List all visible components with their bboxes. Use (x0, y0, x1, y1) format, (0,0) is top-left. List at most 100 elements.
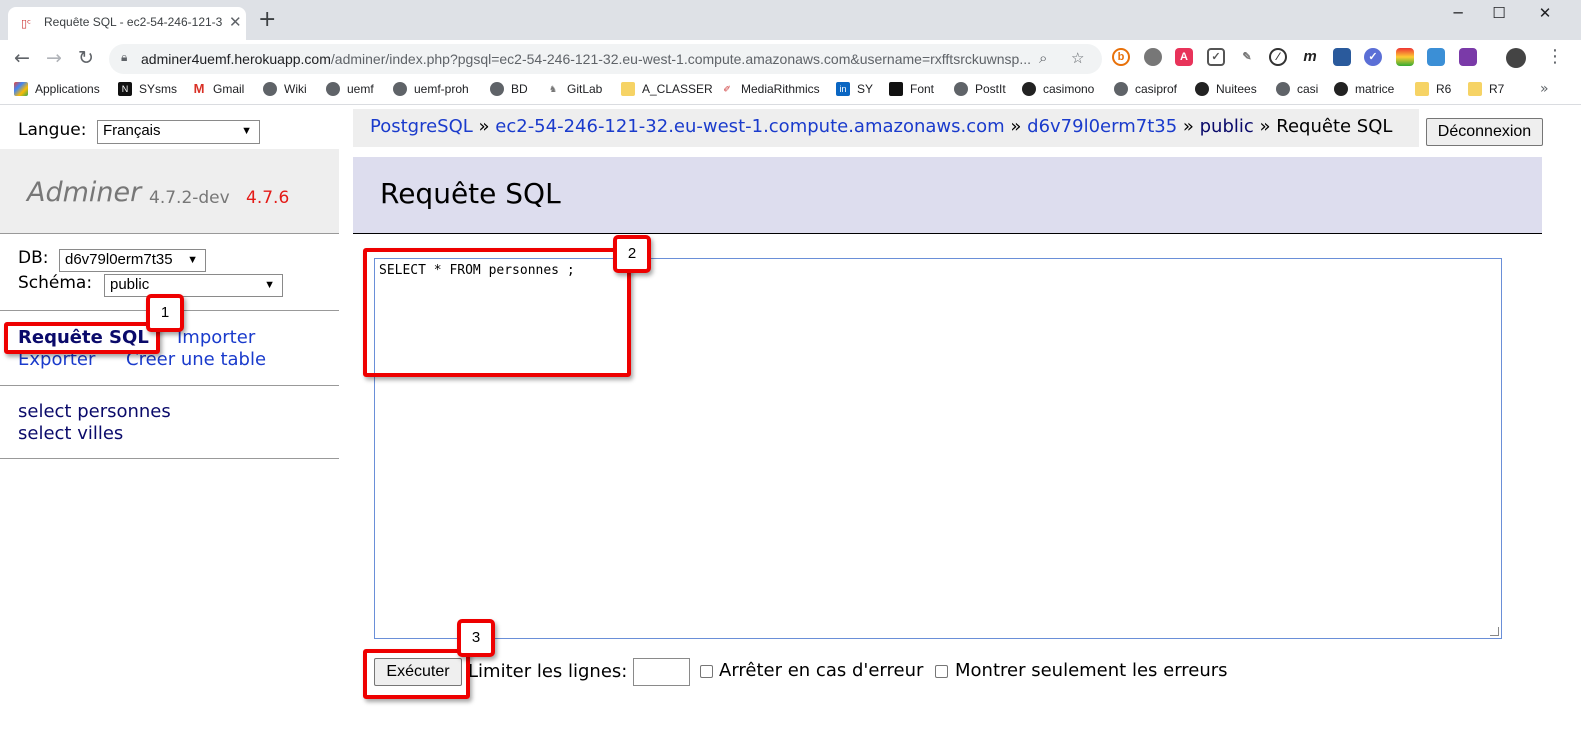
annotation-box-1 (4, 322, 160, 354)
bookmark-nuitees[interactable]: Nuitees (1195, 82, 1257, 96)
globe-icon (490, 82, 504, 96)
only-errors-label[interactable]: Montrer seulement les erreurs (955, 660, 1228, 681)
bookmark-sy[interactable]: in SY (836, 82, 873, 96)
extension-circle-icon[interactable] (1144, 48, 1162, 66)
github-icon (1022, 82, 1036, 96)
extension-a-icon[interactable]: A (1175, 48, 1193, 66)
adminer-new-version-link[interactable]: 4.7.6 (246, 188, 289, 208)
only-errors-checkbox[interactable] (935, 665, 948, 678)
globe-icon (263, 82, 277, 96)
address-bar[interactable]: 🔒︎ adminer4uemf.herokuapp.com/adminer/in… (109, 44, 1102, 74)
extension-badge-icon[interactable]: ✓ (1364, 48, 1382, 66)
browser-tab-strip: ▯ᶜ Requête SQL - ec2-54-246-121-3 ✕ + ─ … (0, 0, 1581, 40)
bookmark-r6[interactable]: R6 (1415, 82, 1451, 96)
close-window-icon[interactable]: ✕ (1530, 4, 1560, 22)
annotation-box-2 (363, 248, 631, 377)
bookmark-sysms[interactable]: N SYsms (118, 82, 177, 96)
adminer-brand-box: Adminer 4.7.2-dev 4.7.6 (0, 149, 339, 234)
new-tab-icon[interactable]: + (258, 9, 276, 31)
language-select[interactable]: Français ▼ (97, 120, 260, 144)
globe-icon (393, 82, 407, 96)
pocket-icon[interactable]: ✓ (1207, 48, 1225, 66)
bookmark-casiprof[interactable]: casiprof (1114, 82, 1177, 96)
bookmark-r7[interactable]: R7 (1468, 82, 1504, 96)
tab-title: Requête SQL - ec2-54-246-121-3 (44, 15, 223, 29)
dropdown-arrow-icon: ▼ (264, 279, 275, 291)
adminer-favicon-icon: ▯ᶜ (21, 17, 32, 30)
extension-color-icon[interactable] (1396, 48, 1414, 66)
page-title-box: Requête SQL (353, 157, 1542, 234)
bookmark-casi[interactable]: casi (1276, 82, 1318, 96)
notion-icon: N (118, 82, 132, 96)
font-icon (889, 82, 903, 96)
bookmark-a-classer[interactable]: A_CLASSER (621, 82, 713, 96)
more-menu-icon[interactable]: ⋮ (1546, 46, 1564, 67)
logout-button[interactable]: Déconnexion (1426, 118, 1543, 146)
bookmark-uemf[interactable]: uemf (326, 82, 374, 96)
bookmark-casimono[interactable]: casimono (1022, 82, 1094, 96)
bookmark-star-icon[interactable]: ☆ (1071, 49, 1084, 67)
bookmarks-overflow-icon[interactable]: » (1540, 81, 1549, 97)
import-link[interactable]: Importer (177, 327, 255, 348)
gitlab-icon: ♞ (546, 82, 560, 96)
extension-b-icon[interactable]: b (1112, 48, 1130, 66)
linkedin-icon: in (836, 82, 850, 96)
gmail-icon: M (192, 81, 206, 96)
breadcrumb: PostgreSQL » ec2-54-246-121-32.eu-west-1… (370, 116, 1393, 137)
bookmark-matrice[interactable]: matrice (1334, 82, 1394, 96)
feather-icon[interactable]: ✎ (1238, 48, 1256, 66)
bookmark-apps[interactable]: Applications (14, 82, 100, 96)
breadcrumb-server[interactable]: ec2-54-246-121-32.eu-west-1.compute.amaz… (495, 116, 1004, 137)
bookmark-uemf-proh[interactable]: uemf-proh (393, 82, 469, 96)
bookmark-bd[interactable]: BD (490, 82, 528, 96)
bookmark-mediarithmics[interactable]: ✐ MediaRithmics (720, 82, 820, 96)
extension-window-icon[interactable] (1333, 48, 1351, 66)
github-icon (1334, 82, 1348, 96)
breadcrumb-current: Requête SQL (1276, 116, 1393, 137)
lock-icon: 🔒︎ (121, 50, 128, 64)
profile-avatar[interactable] (1506, 48, 1526, 68)
bookmark-gitlab[interactable]: ♞ GitLab (546, 82, 602, 96)
stop-on-error-label[interactable]: Arrêter en cas d'erreur (719, 660, 923, 681)
minimize-icon[interactable]: ─ (1443, 4, 1473, 22)
bookmark-gmail[interactable]: M Gmail (192, 82, 244, 96)
schema-select[interactable]: public ▼ (104, 274, 283, 297)
extension-check-icon[interactable]: ⁄ (1269, 48, 1287, 66)
limit-rows-label: Limiter les lignes: (468, 661, 628, 682)
forward-arrow-icon[interactable]: → (41, 46, 67, 70)
annotation-badge-2: 2 (613, 235, 651, 273)
page-title: Requête SQL (380, 177, 561, 210)
bookmark-wiki[interactable]: Wiki (263, 82, 307, 96)
sidebar-divider (0, 385, 339, 386)
limit-rows-input[interactable] (633, 658, 690, 686)
breadcrumb-schema[interactable]: public (1200, 116, 1254, 137)
bookmark-postit[interactable]: PostIt (954, 82, 1006, 96)
table-link-personnes[interactable]: select personnes (18, 401, 171, 422)
dropdown-arrow-icon: ▼ (241, 125, 252, 137)
reload-icon[interactable]: ↻ (73, 46, 99, 70)
extension-blue-icon[interactable] (1427, 48, 1445, 66)
stop-on-error-checkbox[interactable] (700, 665, 713, 678)
zoom-icon[interactable]: ⌕ (1039, 49, 1047, 67)
db-label: DB: (18, 248, 49, 268)
url-text[interactable]: adminer4uemf.herokuapp.com/adminer/index… (141, 51, 1031, 67)
maximize-icon[interactable]: ☐ (1484, 4, 1514, 22)
extension-m-icon[interactable]: m (1301, 48, 1319, 66)
back-arrow-icon[interactable]: ← (9, 46, 35, 70)
bookmark-font[interactable]: Font (889, 82, 934, 96)
annotation-badge-1: 1 (146, 294, 184, 332)
adminer-logo-link[interactable]: Adminer (27, 177, 141, 208)
resize-handle-icon[interactable] (1490, 627, 1499, 636)
extension-purple-icon[interactable] (1459, 48, 1477, 66)
annotation-box-3 (363, 649, 470, 699)
tab-close-icon[interactable]: ✕ (229, 13, 242, 31)
language-label: Langue: (18, 120, 87, 140)
breadcrumb-driver[interactable]: PostgreSQL (370, 116, 473, 137)
globe-icon (326, 82, 340, 96)
database-select[interactable]: d6v79l0erm7t35 ▼ (59, 249, 206, 272)
apps-grid-icon (14, 82, 28, 96)
table-link-villes[interactable]: select villes (18, 423, 123, 444)
browser-tab[interactable]: ▯ᶜ Requête SQL - ec2-54-246-121-3 ✕ (8, 7, 246, 40)
adminer-version: 4.7.2-dev (149, 188, 230, 208)
breadcrumb-database[interactable]: d6v79l0erm7t35 (1027, 116, 1177, 137)
